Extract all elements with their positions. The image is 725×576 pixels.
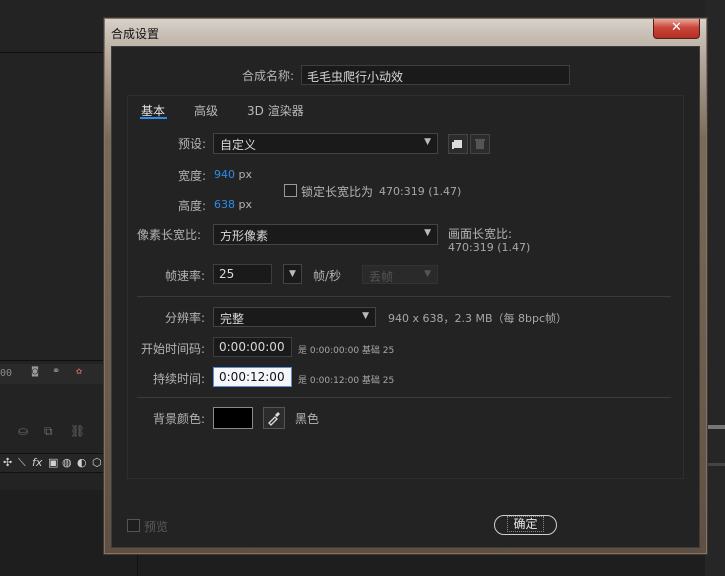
eyedropper-button[interactable]: [263, 407, 285, 429]
frame-rate-unit: 帧/秒: [313, 269, 342, 283]
start-timecode-label: 开始时间码:: [141, 342, 206, 356]
section-divider: [137, 296, 671, 297]
scroll-mark: [707, 425, 725, 429]
lock-aspect-checkbox[interactable]: [284, 184, 297, 197]
dialog-client-area: 合成名称: 毛毛虫爬行小动效 基本 高级 3D 渲染器 预设: 自定义 ▼ 宽度…: [111, 46, 700, 548]
resolution-value: 完整: [220, 312, 245, 326]
duration-label: 持续时间:: [153, 372, 206, 386]
layer-switches-row: ✣ ⟍ fx ▣ ◍ ◐ ⬡: [0, 453, 110, 473]
active-tab-indicator: [140, 117, 167, 119]
frame-rate-label: 帧速率:: [165, 269, 206, 283]
resolution-label: 分辨率:: [165, 311, 206, 325]
width-label: 宽度:: [178, 169, 207, 183]
section-divider: [137, 397, 671, 398]
height-unit: px: [238, 198, 253, 211]
background-right-panel: [705, 0, 725, 576]
adjustment-icon[interactable]: ◐: [77, 456, 87, 469]
ok-button-label: 确定: [507, 516, 544, 532]
trash-icon: [475, 139, 485, 149]
tab-advanced[interactable]: 高级: [194, 102, 218, 119]
start-timecode-note: 是 0:00:00:00 基础 25: [298, 346, 395, 356]
height-field[interactable]: 638 px: [214, 198, 252, 211]
color-wheel-icon[interactable]: ✿: [76, 366, 82, 377]
height-value[interactable]: 638: [214, 198, 235, 211]
frame-aspect-value: 470:319 (1.47): [448, 241, 531, 254]
frame-rate-dropdown-button[interactable]: ▼: [283, 264, 302, 284]
chevron-down-icon: ▼: [424, 269, 431, 279]
chevron-down-icon: ▼: [362, 311, 369, 321]
duration-input[interactable]: 0:00:12:00: [213, 367, 292, 387]
layers-icon[interactable]: ⧉: [44, 424, 53, 439]
pixel-aspect-dropdown[interactable]: 方形像素 ▼: [213, 224, 438, 245]
drop-frame-value: 丢帧: [369, 270, 394, 284]
comp-name-input[interactable]: 毛毛虫爬行小动效: [301, 65, 570, 85]
dialog-title: 合成设置: [111, 27, 160, 41]
chevron-down-icon: ▼: [424, 228, 431, 238]
toggle-icon[interactable]: ⚭: [52, 366, 60, 377]
close-button[interactable]: ✕: [653, 19, 700, 39]
link-icon[interactable]: ⛓: [70, 424, 85, 438]
resolution-info: 940 x 638，2.3 MB（每 8bpc帧）: [388, 312, 568, 325]
shy-icon[interactable]: ✣: [3, 456, 12, 469]
bg-color-name: 黑色: [295, 412, 320, 426]
bg-color-label: 背景颜色:: [153, 412, 206, 426]
panel-divider: [0, 52, 110, 53]
timeline-icons-row: ⛀ ⧉ ⛓: [0, 420, 110, 444]
start-timecode-input[interactable]: 0:00:00:00: [213, 337, 292, 357]
scroll-mark: [707, 463, 725, 466]
preset-dropdown[interactable]: 自定义 ▼: [213, 133, 438, 154]
fx-icon[interactable]: fx: [32, 456, 42, 469]
width-field[interactable]: 940 px: [214, 168, 252, 181]
comp-name-label: 合成名称:: [242, 69, 295, 83]
camera-icon[interactable]: ◙: [32, 366, 38, 377]
composition-settings-dialog: 合成设置 ✕ 合成名称: 毛毛虫爬行小动效 基本 高级 3D 渲染器 预设: 自…: [104, 18, 707, 554]
pixel-aspect-label: 像素长宽比:: [137, 228, 202, 242]
timeline-time-bar: 00 ◙ ⚭ ✿: [0, 364, 110, 384]
pixel-aspect-value: 方形像素: [220, 229, 269, 243]
width-unit: px: [238, 168, 253, 181]
delete-preset-button[interactable]: [470, 134, 490, 154]
eyedropper-icon: [268, 412, 280, 426]
save-preset-icon: [452, 140, 462, 149]
preview-checkbox[interactable]: [127, 519, 140, 532]
motion-blur-icon[interactable]: ◍: [62, 456, 72, 469]
pen-icon[interactable]: ⟍: [18, 456, 26, 470]
ok-button[interactable]: 确定: [494, 515, 557, 535]
tab-3d-renderer[interactable]: 3D 渲染器: [247, 102, 304, 119]
chevron-down-icon: ▼: [424, 137, 431, 147]
resolution-dropdown[interactable]: 完整 ▼: [213, 307, 376, 327]
preset-label: 预设:: [178, 137, 207, 151]
width-value[interactable]: 940: [214, 168, 235, 181]
height-label: 高度:: [178, 199, 207, 213]
lock-aspect-ratio: 470:319 (1.47): [379, 185, 462, 198]
frame-aspect-label: 画面长宽比:: [448, 227, 513, 241]
preset-value: 自定义: [220, 138, 257, 152]
timecode-display[interactable]: 00: [0, 368, 12, 379]
chevron-down-icon: ▼: [289, 269, 296, 279]
duration-note: 是 0:00:12:00 基础 25: [298, 376, 395, 386]
preview-label: 预览: [144, 520, 169, 534]
drop-frame-dropdown[interactable]: 丢帧 ▼: [362, 265, 438, 284]
frame-rate-input[interactable]: 25: [213, 264, 272, 284]
hierarchy-icon[interactable]: ⛀: [18, 424, 28, 438]
3d-layer-icon[interactable]: ⬡: [92, 456, 102, 469]
bg-color-swatch[interactable]: [213, 407, 253, 429]
lock-aspect-label: 锁定长宽比为: [301, 185, 374, 199]
frame-blend-icon[interactable]: ▣: [48, 456, 58, 469]
save-preset-button[interactable]: [448, 134, 468, 154]
